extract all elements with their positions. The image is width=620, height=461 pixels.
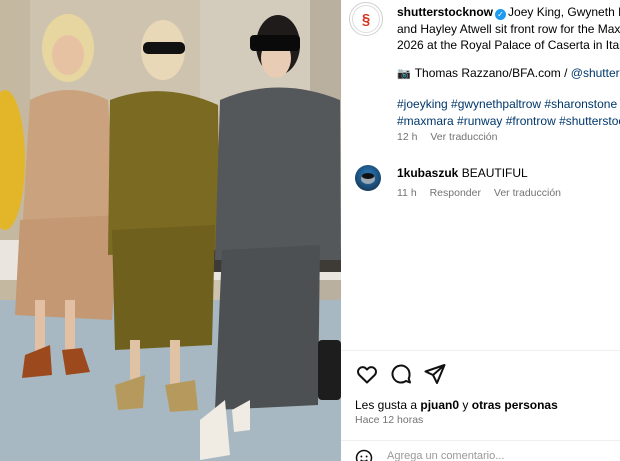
comment-see-translation[interactable]: Ver traducción (494, 187, 561, 199)
likes-summary: Les gusta a pjuan0 y otras personas (355, 398, 558, 412)
account-avatar[interactable]: § (349, 2, 383, 36)
post-photo[interactable] (0, 0, 341, 461)
comment: 1kubaszuk BEAUTIFUL (397, 166, 528, 180)
caption-line-2: and Hayley Atwell sit front row for the … (397, 21, 620, 36)
comment-divider (341, 440, 620, 441)
likes-prefix: Les gusta a (355, 398, 421, 412)
comment-meta: 11 h Responder Ver traducción (397, 187, 571, 199)
post-age: 12 h (397, 131, 418, 143)
credit-name: Thomas Razzano/BFA.com (414, 66, 561, 80)
likes-middle: y (459, 398, 472, 412)
post-panel: § shutterstocknow✓Joey King, Gwyneth Pa … (341, 0, 620, 461)
caption-line-1: Joey King, Gwyneth Pa (508, 5, 620, 19)
post-see-translation[interactable]: Ver traducción (430, 131, 497, 143)
post-meta: 12 h Ver traducción (397, 131, 507, 143)
likes-others[interactable]: otras personas (472, 398, 558, 412)
credit-handle-link[interactable]: @shutterst (571, 66, 620, 80)
comment-reply-button[interactable]: Responder (430, 187, 481, 199)
post-timestamp: Hace 12 horas (355, 414, 424, 426)
camera-icon: 📷 (397, 68, 411, 80)
hashtags: #joeyking #gwynethpaltrow #sharonstone #… (397, 96, 620, 129)
verified-icon: ✓ (495, 9, 507, 20)
post-username[interactable]: shutterstocknow (397, 5, 493, 19)
caption-line-3: 2026 at the Royal Palace of Caserta in I… (397, 38, 620, 52)
comment-text: BEAUTIFUL (461, 166, 528, 180)
credit-separator: / (560, 66, 571, 80)
photo-credit: 📷Thomas Razzano/BFA.com / @shutterst (397, 66, 620, 80)
actions-divider (341, 350, 620, 351)
post-caption: shutterstocknow✓Joey King, Gwyneth Pa an… (397, 4, 620, 54)
hashtags-line-1[interactable]: #joeyking #gwynethpaltrow #sharonstone (397, 97, 617, 111)
hashtags-line-2[interactable]: #maxmara #runway #frontrow #shutterstoc (397, 114, 620, 128)
comment-icon[interactable] (389, 362, 413, 386)
likes-user[interactable]: pjuan0 (420, 398, 459, 412)
heart-icon[interactable] (355, 362, 379, 386)
comment-username[interactable]: 1kubaszuk (397, 166, 458, 180)
share-icon[interactable] (423, 362, 447, 386)
commenter-avatar[interactable] (355, 165, 381, 191)
comment-age: 11 h (397, 187, 417, 199)
emoji-icon[interactable] (355, 449, 373, 461)
shutterstock-logo-icon: § (352, 5, 380, 33)
add-comment-input[interactable]: Agrega un comentario... (387, 450, 504, 461)
